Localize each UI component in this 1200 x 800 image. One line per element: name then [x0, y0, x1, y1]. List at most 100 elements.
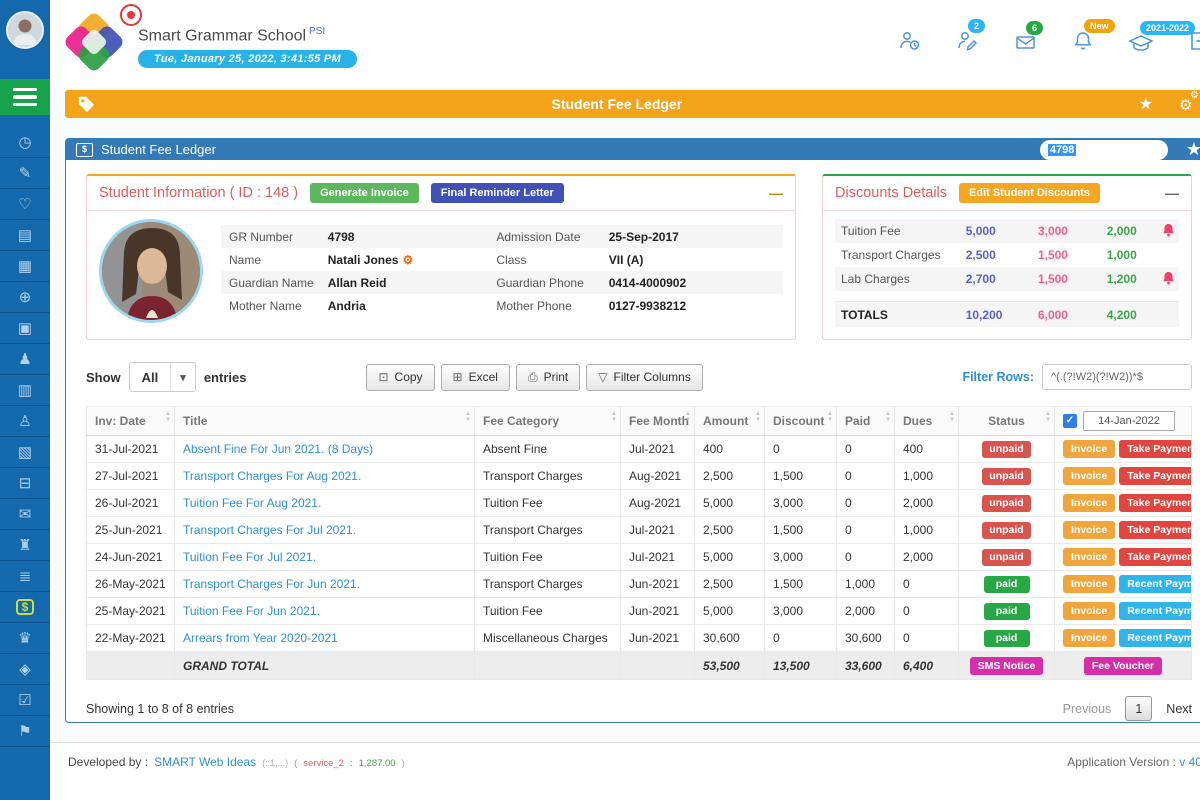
- payment-action-button[interactable]: Recent Payment: [1119, 602, 1191, 620]
- user-clock-icon[interactable]: [898, 30, 922, 52]
- previous-page-button[interactable]: Previous: [1063, 702, 1112, 716]
- sms-notice-button[interactable]: SMS Notice: [970, 657, 1044, 675]
- payment-action-button[interactable]: Take Payment: [1119, 548, 1191, 566]
- favorite-star-icon[interactable]: ★: [1139, 94, 1153, 114]
- invoice-button[interactable]: Invoice: [1063, 521, 1115, 539]
- sidebar-item[interactable]: ◈: [0, 654, 50, 685]
- column-header-status[interactable]: Status▲▼: [959, 407, 1055, 436]
- field-value: Andria⚙: [328, 299, 497, 313]
- sidebar-item[interactable]: ⊕: [0, 282, 50, 313]
- invoice-button[interactable]: Invoice: [1063, 467, 1115, 485]
- school-logo[interactable]: [66, 16, 122, 72]
- student-approvals-icon[interactable]: 2: [956, 30, 980, 52]
- payment-action-button[interactable]: Take Payment: [1119, 440, 1191, 458]
- sponsor-gear-icon[interactable]: ⚙: [402, 253, 413, 267]
- sidebar-item[interactable]: ♡: [0, 189, 50, 220]
- fee-title-link[interactable]: Arrears from Year 2020-2021: [183, 631, 338, 645]
- sidebar-item[interactable]: ⚑: [0, 716, 50, 747]
- sidebar-item[interactable]: ⊟: [0, 468, 50, 499]
- fee-title-link[interactable]: Transport Charges For Jun 2021.: [183, 577, 360, 591]
- notifications-bell-icon[interactable]: New: [1072, 30, 1094, 52]
- column-header-dues[interactable]: Dues▲▼: [895, 407, 959, 436]
- status-badge[interactable]: paid: [984, 576, 1030, 593]
- user-avatar[interactable]: [6, 11, 44, 49]
- fee-title-link[interactable]: Transport Charges For Aug 2021.: [183, 469, 361, 483]
- status-badge[interactable]: unpaid: [982, 468, 1030, 485]
- logout-icon[interactable]: [1188, 30, 1200, 52]
- invoice-button[interactable]: Invoice: [1063, 629, 1115, 647]
- column-header-paid[interactable]: Paid▲▼: [837, 407, 895, 436]
- collapse-discounts-card-icon[interactable]: —: [1165, 185, 1179, 201]
- reminder-bell-icon[interactable]: [1158, 223, 1179, 240]
- invoice-button[interactable]: Invoice: [1063, 548, 1115, 566]
- export-button[interactable]: ⊞ Excel: [441, 364, 510, 391]
- sidebar-item[interactable]: ♜: [0, 530, 50, 561]
- sidebar-item[interactable]: ☑: [0, 685, 50, 716]
- sidebar-item[interactable]: ♟: [0, 344, 50, 375]
- sidebar-item[interactable]: ▣: [0, 313, 50, 344]
- reminder-bell-icon[interactable]: [1158, 271, 1179, 288]
- sidebar-item[interactable]: ✉: [0, 499, 50, 530]
- status-badge[interactable]: unpaid: [982, 522, 1030, 539]
- payment-action-button[interactable]: Take Payment: [1119, 494, 1191, 512]
- fee-title-link[interactable]: Tuition Fee For Aug 2021.: [183, 496, 321, 510]
- column-header-fee-month[interactable]: Fee Month▲▼: [621, 407, 695, 436]
- sidebar-item[interactable]: ♙: [0, 406, 50, 437]
- payment-action-button[interactable]: Recent Payment: [1119, 629, 1191, 647]
- date-filter-checkbox[interactable]: ✓: [1063, 414, 1077, 428]
- settings-gears-icon[interactable]: ⚙⚙: [1179, 95, 1200, 113]
- panel-star-icon[interactable]: ★: [1186, 139, 1200, 160]
- status-badge[interactable]: unpaid: [982, 549, 1030, 566]
- column-header-discount[interactable]: Discount▲▼: [765, 407, 837, 436]
- status-badge[interactable]: paid: [984, 603, 1030, 620]
- date-filter-input[interactable]: [1083, 411, 1175, 431]
- fee-voucher-button[interactable]: Fee Voucher: [1084, 657, 1162, 675]
- next-page-button[interactable]: Next: [1166, 702, 1192, 716]
- sidebar-item[interactable]: ▥: [0, 375, 50, 406]
- sidebar-item[interactable]: ◷: [0, 127, 50, 158]
- developer-link[interactable]: SMART Web Ideas: [154, 755, 256, 769]
- collapse-student-card-icon[interactable]: —: [769, 185, 783, 201]
- menu-toggle-button[interactable]: [0, 79, 50, 115]
- messages-icon[interactable]: 6: [1014, 32, 1038, 52]
- sidebar-item[interactable]: ▦: [0, 251, 50, 282]
- payment-action-button[interactable]: Recent Payment: [1119, 575, 1191, 593]
- column-header-title[interactable]: Title▲▼: [175, 407, 475, 436]
- page-number-button[interactable]: 1: [1125, 696, 1152, 721]
- gr-number-search-input[interactable]: 4798: [1040, 140, 1168, 160]
- status-badge[interactable]: unpaid: [982, 441, 1030, 458]
- sidebar-item[interactable]: ▧: [0, 437, 50, 468]
- fee-title-link[interactable]: Tuition Fee For Jun 2021.: [183, 604, 320, 618]
- tag-icon[interactable]: [77, 95, 95, 113]
- payment-action-button[interactable]: Take Payment: [1119, 467, 1191, 485]
- sidebar-item[interactable]: ♛: [0, 623, 50, 654]
- column-header-inv-date[interactable]: Inv: Date▲▼: [87, 407, 175, 436]
- academic-year-icon[interactable]: 2021-2022: [1128, 32, 1154, 52]
- invoice-button[interactable]: Invoice: [1063, 575, 1115, 593]
- column-header-fee-category[interactable]: Fee Category▲▼: [475, 407, 621, 436]
- export-button[interactable]: ⎙ Print: [516, 364, 580, 391]
- final-reminder-letter-button[interactable]: Final Reminder Letter: [431, 183, 564, 203]
- sidebar-item[interactable]: ▤: [0, 220, 50, 251]
- edit-student-discounts-button[interactable]: Edit Student Discounts: [959, 183, 1100, 203]
- field-value: Natali Jones⚙: [328, 253, 497, 267]
- invoice-button[interactable]: Invoice: [1063, 602, 1115, 620]
- status-badge[interactable]: unpaid: [982, 495, 1030, 512]
- fee-title-link[interactable]: Absent Fine For Jun 2021. (8 Days): [183, 442, 373, 456]
- sidebar-item[interactable]: ≣: [0, 561, 50, 592]
- invoice-button[interactable]: Invoice: [1063, 494, 1115, 512]
- page-size-select[interactable]: All ▾: [129, 362, 196, 392]
- sidebar-item[interactable]: $: [0, 592, 50, 623]
- fee-title-link[interactable]: Tuition Fee For Jul 2021.: [183, 550, 316, 564]
- export-button[interactable]: ▽ Filter Columns: [586, 364, 703, 391]
- filter-rows-input[interactable]: [1042, 364, 1192, 390]
- student-photo[interactable]: [99, 219, 203, 323]
- invoice-button[interactable]: Invoice: [1063, 440, 1115, 458]
- column-header-amount[interactable]: Amount▲▼: [695, 407, 765, 436]
- status-badge[interactable]: paid: [984, 630, 1030, 647]
- fee-title-link[interactable]: Transport Charges For Jul 2021.: [183, 523, 356, 537]
- export-button[interactable]: ⊡ Copy: [366, 364, 434, 391]
- generate-invoice-button[interactable]: Generate Invoice: [310, 183, 419, 203]
- sidebar-item[interactable]: ✎: [0, 158, 50, 189]
- payment-action-button[interactable]: Take Payment: [1119, 521, 1191, 539]
